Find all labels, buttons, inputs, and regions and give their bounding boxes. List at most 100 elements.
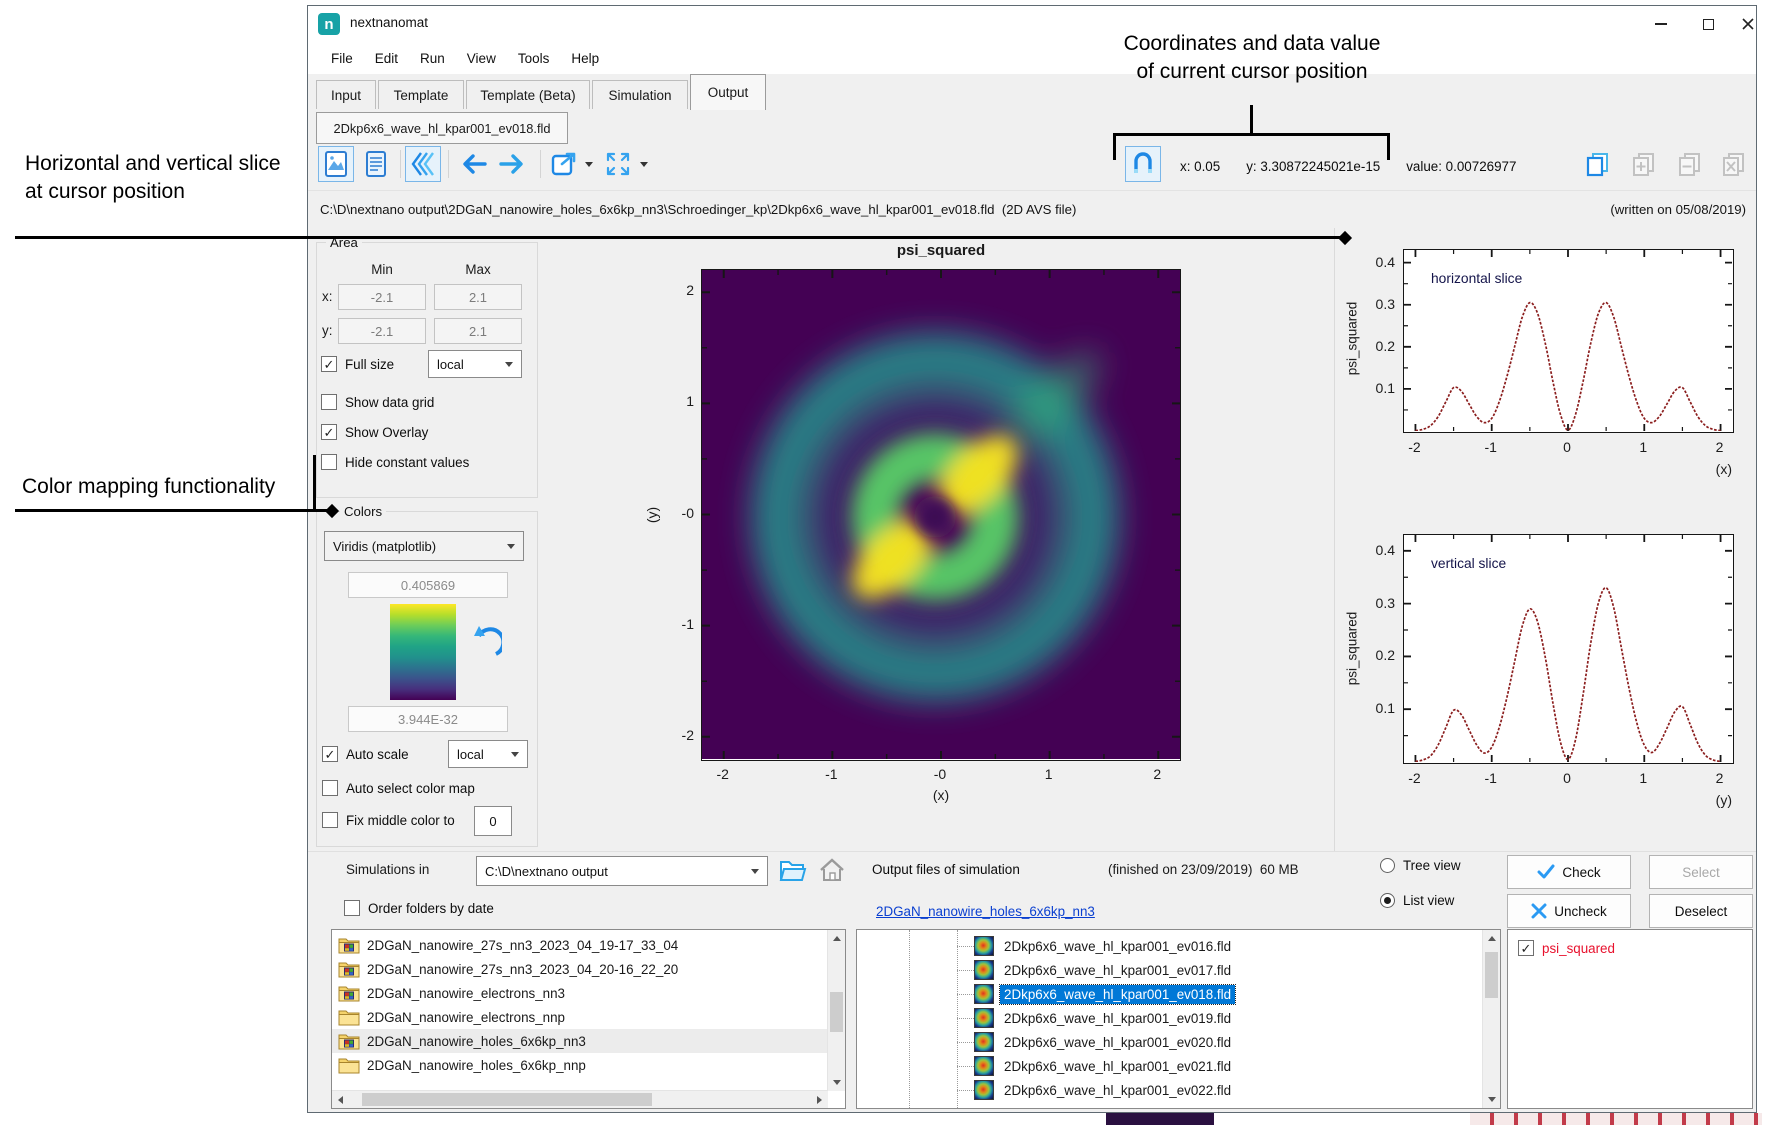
area-x-max-input[interactable]: 2.1 [434,284,522,310]
reverse-colormap-button[interactable] [472,624,502,663]
tab-template[interactable]: Template [378,80,464,109]
show-data-grid-checkbox[interactable]: Show data grid [321,394,434,410]
maximize-button[interactable] [1693,12,1723,36]
select-button[interactable]: Select [1649,855,1753,889]
close-button[interactable] [1733,12,1763,36]
file-item[interactable]: 2Dkp6x6_wave_hl_kpar001_ev022.fld [857,1078,1483,1102]
menu-bar: FileEditRunViewToolsHelp [308,42,1756,74]
title-bar[interactable]: n nextnanomat [308,6,1756,42]
uncheck-button[interactable]: Uncheck [1507,894,1631,928]
copy-plot-button[interactable] [1580,146,1616,182]
folder-image-icon [338,1033,360,1050]
show-overlay-checkbox[interactable]: ✓Show Overlay [321,424,428,440]
menu-edit[interactable]: Edit [364,46,409,71]
fix-middle-color-checkbox[interactable]: Fix middle color to [322,812,455,828]
clear-overlays-button[interactable] [1716,146,1752,182]
folder-list-hscrollbar[interactable] [332,1090,828,1108]
file-item[interactable]: 2Dkp6x6_wave_hl_kpar001_ev016.fld [857,934,1483,958]
folder-image-icon [338,937,360,954]
folder-name: 2DGaN_nanowire_holes_6x6kp_nn3 [367,1034,586,1049]
main-heatmap[interactable] [701,269,1181,761]
previous-button[interactable] [454,146,490,182]
main-ytick: -0 [646,505,694,521]
browse-folder-button[interactable] [778,856,808,889]
slice-xtick: 1 [1623,439,1663,455]
dataset-psi-squared-checkbox[interactable]: ✓psi_squared [1518,940,1615,956]
fld-thumbnail-icon [974,984,994,1004]
colormap-select[interactable]: Viridis (matplotlib) [324,531,524,561]
text-view-button[interactable] [358,146,394,182]
toolbar: x: 0.05 y: 3.30872245021e-15 value: 0.00… [308,144,1756,190]
folder-item[interactable]: 2DGaN_nanowire_electrons_nn3 [332,981,828,1005]
file-item[interactable]: 2Dkp6x6_wave_hl_kpar001_ev017.fld [857,958,1483,982]
tree-view-radio[interactable]: Tree view [1380,858,1461,873]
auto-scale-checkbox[interactable]: ✓Auto scale [322,746,409,762]
add-overlay-button[interactable] [1626,146,1662,182]
vertical-slice-chart[interactable]: psi_squared vertical slice0.40.30.20.1-2… [1336,496,1756,826]
main-ytick: -1 [646,616,694,632]
fullscreen-button[interactable] [600,146,636,182]
snap-cursor-button[interactable] [1125,146,1161,182]
home-icon [818,856,846,884]
fld-thumbnail-icon [974,1032,994,1052]
output-file-list[interactable]: 2Dkp6x6_wave_hl_kpar001_ev016.fld2Dkp6x6… [856,929,1501,1109]
selected-dataset-list[interactable]: ✓psi_squared [1507,929,1753,1109]
simulations-path-select[interactable]: C:\D\nextnano output [476,856,768,886]
file-item[interactable]: 2Dkp6x6_wave_hl_kpar001_ev018.fld [857,982,1483,1006]
minimize-button[interactable] [1646,12,1676,36]
auto-scale-mode-select[interactable]: local [448,740,528,768]
full-size-mode-select[interactable]: local [428,350,522,378]
full-size-checkbox[interactable]: ✓Full size [321,356,394,372]
bottom-divider [308,851,1756,852]
deselect-button[interactable]: Deselect [1649,894,1753,928]
annotation-colors-vline [313,455,316,512]
file-name: 2Dkp6x6_wave_hl_kpar001_ev020.fld [1000,1033,1235,1052]
document-tab[interactable]: 2Dkp6x6_wave_hl_kpar001_ev018.fld [316,112,568,144]
folder-list-vscrollbar[interactable] [827,930,845,1091]
export-dropdown-caret[interactable] [585,162,593,167]
order-folders-checkbox[interactable]: Order folders by date [344,900,494,916]
folder-item[interactable]: 2DGaN_nanowire_holes_6x6kp_nn3 [332,1029,828,1053]
area-y-max-input[interactable]: 2.1 [434,318,522,344]
file-item[interactable]: 2Dkp6x6_wave_hl_kpar001_ev020.fld [857,1030,1483,1054]
fullscreen-dropdown-caret[interactable] [640,162,648,167]
color-min-value[interactable]: 3.944E-32 [348,706,508,732]
simulation-folder-link[interactable]: 2DGaN_nanowire_holes_6x6kp_nn3 [876,904,1095,919]
hide-constant-values-checkbox[interactable]: Hide constant values [321,454,469,470]
home-button[interactable] [818,856,846,889]
menu-view[interactable]: View [456,46,507,71]
export-button[interactable] [546,146,582,182]
page-clear-icon [1721,151,1747,177]
menu-run[interactable]: Run [409,46,456,71]
menu-file[interactable]: File [320,46,364,71]
next-button[interactable] [496,146,532,182]
list-view-radio[interactable]: List view [1380,893,1454,908]
remove-overlay-button[interactable] [1672,146,1708,182]
dataset-label: psi_squared [1542,941,1615,956]
folder-item[interactable]: 2DGaN_nanowire_27s_nn3_2023_04_20-16_22_… [332,957,828,981]
file-list-vscrollbar[interactable] [1482,930,1500,1108]
tab-input[interactable]: Input [316,80,376,109]
area-y-min-input[interactable]: -2.1 [338,318,426,344]
folder-item[interactable]: 2DGaN_nanowire_electrons_nnp [332,1005,828,1029]
folder-item[interactable]: 2DGaN_nanowire_27s_nn3_2023_04_19-17_33_… [332,933,828,957]
tab-template-beta-[interactable]: Template (Beta) [466,80,590,109]
plot-view-button[interactable] [318,146,354,182]
menu-help[interactable]: Help [560,46,610,71]
open-folder-icon [778,856,808,884]
tab-simulation[interactable]: Simulation [592,80,688,109]
color-max-value[interactable]: 0.405869 [348,572,508,598]
file-item[interactable]: 2Dkp6x6_wave_hl_kpar001_ev021.fld [857,1054,1483,1078]
check-button[interactable]: Check [1507,855,1631,889]
tab-output[interactable]: Output [690,74,766,110]
menu-tools[interactable]: Tools [507,46,561,71]
folder-item[interactable]: 2DGaN_nanowire_holes_6x6kp_nnp [332,1053,828,1077]
window-title: nextnanomat [350,15,428,30]
fix-middle-color-input[interactable]: 0 [474,806,512,836]
slices-button[interactable] [405,146,441,182]
area-x-min-input[interactable]: -2.1 [338,284,426,310]
horizontal-slice-chart[interactable]: psi_squared horizontal slice0.40.30.20.1… [1336,206,1756,488]
file-item[interactable]: 2Dkp6x6_wave_hl_kpar001_ev019.fld [857,1006,1483,1030]
simulation-folder-list[interactable]: 2DGaN_nanowire_27s_nn3_2023_04_19-17_33_… [331,929,846,1109]
auto-select-colormap-checkbox[interactable]: Auto select color map [322,780,475,796]
